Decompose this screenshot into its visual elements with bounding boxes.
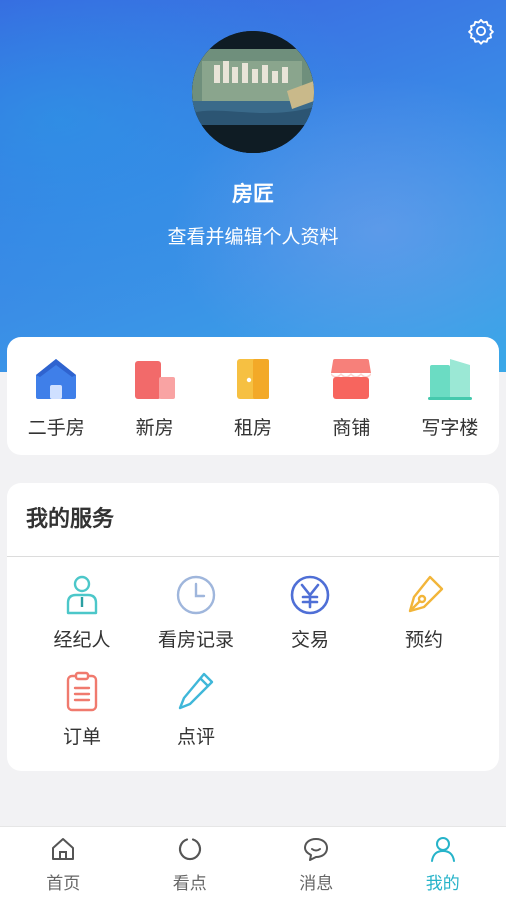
tab-messages[interactable]: 消息 bbox=[253, 827, 380, 900]
pen-nib-icon bbox=[408, 575, 444, 613]
pencil-icon bbox=[178, 672, 214, 710]
door-icon bbox=[237, 359, 270, 399]
home-icon bbox=[52, 838, 75, 860]
tab-mine[interactable]: 我的 bbox=[380, 827, 506, 900]
clock-icon bbox=[176, 575, 216, 615]
settings-button[interactable] bbox=[464, 14, 498, 48]
category-label: 租房 bbox=[234, 417, 273, 439]
tab-label: 我的 bbox=[425, 874, 460, 894]
yen-icon bbox=[290, 575, 330, 615]
avatar[interactable] bbox=[192, 31, 314, 153]
services-grid: 经纪人 看房记录 交易 预约 订单 点评 bbox=[7, 557, 499, 749]
profile-header: 房匠 查看并编辑个人资料 bbox=[0, 0, 506, 372]
tab-label: 首页 bbox=[46, 874, 81, 894]
category-label: 商铺 bbox=[332, 417, 371, 439]
category-label: 二手房 bbox=[27, 417, 85, 439]
circle-icon bbox=[178, 838, 201, 861]
bottom-tab-bar: 首页 看点 消息 我的 bbox=[0, 826, 506, 900]
chat-icon bbox=[304, 838, 329, 861]
category-label: 新房 bbox=[135, 417, 174, 439]
edit-profile-link[interactable]: 查看并编辑个人资料 bbox=[0, 222, 506, 249]
service-viewing-history[interactable]: 看房记录 bbox=[139, 573, 253, 652]
user-icon bbox=[430, 837, 455, 862]
service-orders[interactable]: 订单 bbox=[25, 670, 139, 749]
service-label: 经纪人 bbox=[53, 629, 111, 651]
category-rent[interactable]: 租房 bbox=[204, 337, 302, 455]
building-icon bbox=[134, 361, 175, 399]
service-reviews[interactable]: 点评 bbox=[139, 670, 253, 749]
office-building-icon bbox=[427, 359, 472, 400]
house-icon bbox=[36, 359, 77, 399]
shop-icon bbox=[331, 359, 372, 399]
category-office[interactable]: 写字楼 bbox=[401, 337, 499, 455]
category-new-house[interactable]: 新房 bbox=[105, 337, 203, 455]
agent-icon bbox=[66, 575, 98, 615]
services-title: 我的服务 bbox=[7, 483, 499, 557]
service-label: 看房记录 bbox=[157, 629, 234, 651]
tab-highlights[interactable]: 看点 bbox=[127, 827, 254, 900]
tab-label: 消息 bbox=[299, 874, 334, 894]
clipboard-icon bbox=[66, 671, 98, 712]
service-label: 预约 bbox=[404, 629, 443, 651]
gear-icon bbox=[468, 18, 494, 45]
category-label: 写字楼 bbox=[421, 417, 479, 439]
category-card: 二手房 新房 租房 商铺 写字楼 bbox=[7, 337, 499, 455]
category-second-hand[interactable]: 二手房 bbox=[7, 337, 105, 455]
category-shop[interactable]: 商铺 bbox=[302, 337, 400, 455]
username[interactable]: 房匠 bbox=[0, 178, 506, 208]
service-agent[interactable]: 经纪人 bbox=[25, 573, 139, 652]
service-label: 交易 bbox=[290, 629, 329, 651]
service-label: 点评 bbox=[176, 726, 215, 748]
service-label: 订单 bbox=[62, 726, 101, 748]
tab-home[interactable]: 首页 bbox=[0, 827, 127, 900]
service-appointment[interactable]: 预约 bbox=[367, 573, 481, 652]
tab-label: 看点 bbox=[172, 874, 207, 894]
avatar-image bbox=[192, 31, 314, 153]
services-card: 我的服务 经纪人 看房记录 交易 预约 订单 点评 bbox=[7, 483, 499, 771]
service-transaction[interactable]: 交易 bbox=[253, 573, 367, 652]
